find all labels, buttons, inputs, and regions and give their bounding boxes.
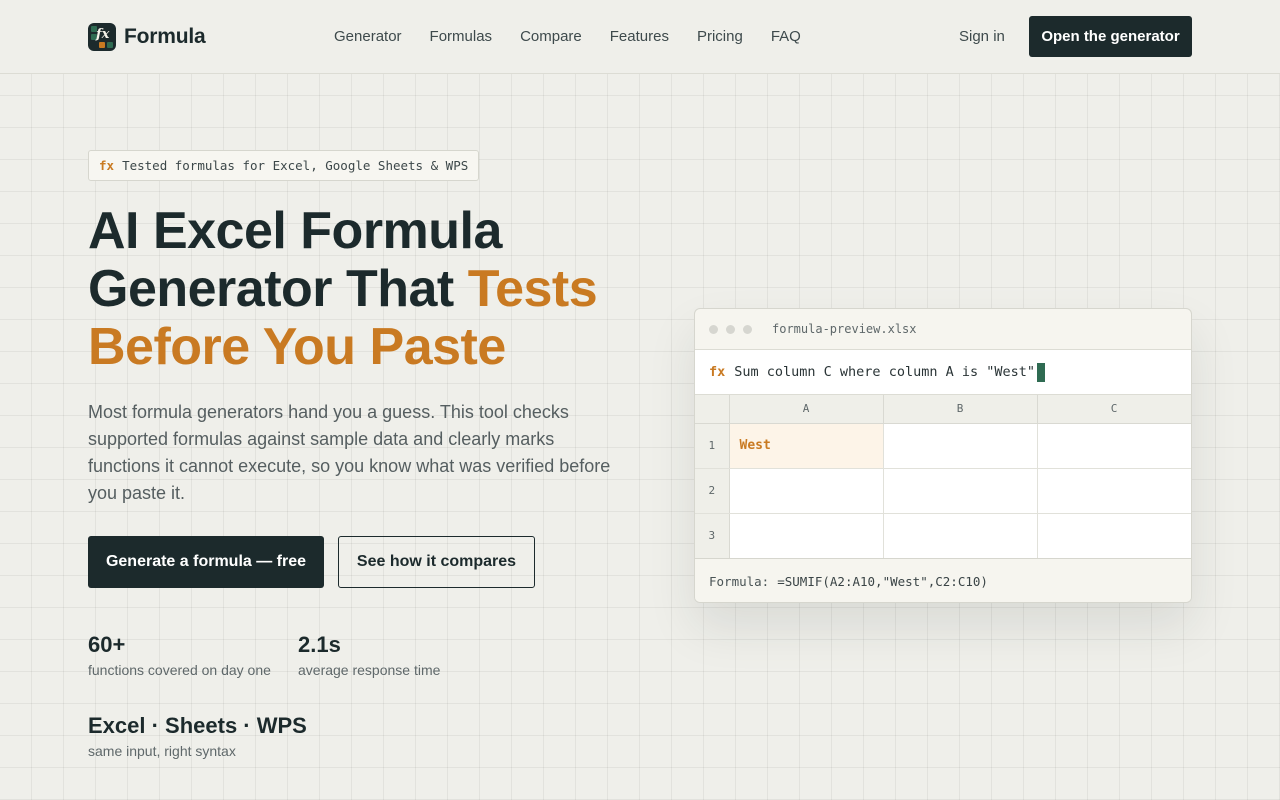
stat-value: 60+ — [88, 632, 126, 657]
open-generator-button[interactable]: Open the generator — [1029, 16, 1192, 57]
tested-formulas-badge: fx Tested formulas for Excel, Google She… — [88, 150, 480, 181]
column-header-a[interactable]: A — [729, 395, 884, 424]
brand-logo[interactable]: fx Formula — [88, 23, 206, 51]
row-header[interactable]: 2 — [695, 468, 730, 514]
spreadsheet-grid: A B C 1 West 2 3 — [695, 395, 1191, 559]
stat-platforms: Excel · Sheets · WPS same input, right s… — [88, 713, 307, 759]
formula-preview-window: formula-preview.xlsx fx Sum column C whe… — [694, 308, 1192, 603]
nav-link-formulas[interactable]: Formulas — [430, 28, 493, 45]
stat-response-time: 2.1s average response time — [298, 632, 440, 678]
headline-line-1: AI Excel Formula — [88, 202, 502, 260]
column-header-b[interactable]: B — [883, 395, 1038, 424]
cell-c2[interactable] — [1037, 468, 1191, 514]
preview-filename: formula-preview.xlsx — [772, 322, 917, 336]
table-row: 1 West — [695, 423, 1191, 469]
formula-result-row: Formula: =SUMIF(A2:A10,"West",C2:C10) — [695, 558, 1191, 602]
preview-titlebar: formula-preview.xlsx — [695, 309, 1191, 349]
stat-label: average response time — [298, 662, 441, 678]
formula-value[interactable]: =SUMIF(A2:A10,"West",C2:C10) — [777, 574, 988, 589]
nav-link-faq[interactable]: FAQ — [771, 28, 801, 45]
stat-value: Excel · Sheets · WPS — [88, 713, 307, 738]
generate-formula-button[interactable]: Generate a formula — free — [88, 536, 324, 588]
cell-a2[interactable] — [729, 468, 884, 514]
nav-link-pricing[interactable]: Pricing — [697, 28, 743, 45]
cell-a1[interactable]: West — [729, 423, 884, 469]
window-dot-icon — [743, 324, 752, 334]
main-nav: Generator Formulas Compare Features Pric… — [334, 28, 829, 45]
window-dot-icon — [709, 324, 718, 334]
stat-functions: 60+ functions covered on day one — [88, 632, 271, 678]
stat-value: 2.1s — [298, 632, 341, 657]
cell-c1[interactable] — [1037, 423, 1191, 469]
cell-c3[interactable] — [1037, 513, 1191, 559]
sign-in-link[interactable]: Sign in — [959, 28, 1005, 45]
cell-b3[interactable] — [883, 513, 1038, 559]
spreadsheet-fx-logo-icon: fx — [88, 23, 116, 51]
table-row: 3 — [695, 513, 1191, 559]
row-header[interactable]: 1 — [695, 423, 730, 469]
query-text: Sum column C where column A is "West" — [734, 364, 1035, 380]
hero-headline: AI Excel Formula Generator That Tests Be… — [88, 202, 668, 376]
column-header-c[interactable]: C — [1037, 395, 1191, 424]
site-header: fx Formula Generator Formulas Compare Fe… — [0, 0, 1280, 74]
logo-glyph: fx — [96, 27, 110, 42]
fx-label: fx — [709, 364, 726, 380]
row-header[interactable]: 3 — [695, 513, 730, 559]
headline-accent-before-paste: Before You Paste — [88, 318, 506, 376]
corner-cell — [695, 395, 730, 424]
hero-description: Most formula generators hand you a guess… — [88, 402, 611, 503]
text-cursor — [1037, 362, 1045, 382]
column-header-row: A B C — [695, 395, 1191, 424]
cell-b1[interactable] — [883, 423, 1038, 469]
headline-line-2: Generator That — [88, 260, 468, 318]
window-dot-icon — [726, 324, 735, 334]
nav-link-generator[interactable]: Generator — [334, 28, 402, 45]
table-row: 2 — [695, 468, 1191, 514]
cell-a3[interactable] — [729, 513, 884, 559]
formula-query-bar[interactable]: fx Sum column C where column A is "West" — [695, 349, 1191, 395]
stat-label: functions covered on day one — [88, 662, 271, 678]
see-comparison-button[interactable]: See how it compares — [338, 536, 535, 588]
formula-label: Formula: — [709, 574, 770, 589]
headline-accent-tests: Tests — [467, 260, 598, 318]
nav-link-compare[interactable]: Compare — [520, 28, 582, 45]
brand-name: Formula — [124, 25, 206, 48]
badge-fx-label: fx — [99, 158, 115, 173]
cell-b2[interactable] — [883, 468, 1038, 514]
badge-text: Tested formulas for Excel, Google Sheets… — [122, 158, 469, 173]
nav-link-features[interactable]: Features — [610, 28, 669, 45]
stat-label: same input, right syntax — [88, 743, 236, 759]
window-controls — [709, 324, 760, 334]
